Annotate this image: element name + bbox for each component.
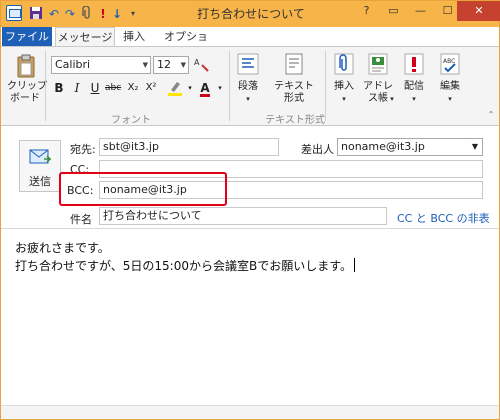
- clear-format-icon[interactable]: A: [194, 56, 210, 72]
- chevron-down-icon[interactable]: ▾: [182, 80, 198, 96]
- body-line-1: お疲れさまです。: [15, 241, 110, 255]
- minimize-button[interactable]: —: [407, 1, 434, 21]
- ribbon-separator: [229, 51, 230, 121]
- font-name-select[interactable]: Calibri ▼: [51, 56, 151, 74]
- subject-label: 件名: [70, 213, 92, 226]
- address-book-label-1[interactable]: アドレ: [361, 81, 395, 93]
- close-button[interactable]: ✕: [457, 1, 500, 21]
- insert-button[interactable]: 挿入: [329, 81, 359, 93]
- to-label: 宛先:: [70, 143, 96, 156]
- superscript-button[interactable]: X²: [143, 80, 159, 96]
- from-label: 差出人: [301, 143, 334, 156]
- clipboard-icon[interactable]: [15, 53, 37, 78]
- highlight-icon[interactable]: [167, 80, 183, 96]
- subject-field[interactable]: 打ち合わせについて: [99, 207, 387, 225]
- text-format-icon[interactable]: [283, 53, 305, 75]
- attach-file-icon[interactable]: [333, 53, 355, 75]
- text-format-label-1[interactable]: テキスト: [271, 81, 317, 93]
- bcc-highlight-box: [59, 172, 227, 206]
- font-size-value: 12: [157, 58, 171, 71]
- font-name-value: Calibri: [55, 58, 91, 71]
- tab-file[interactable]: ファイル: [2, 27, 52, 47]
- title-bar: ↶ ↷ ! ↓ ▾ 打ち合わせについて ? ▭ — ☐ ✕: [1, 1, 500, 27]
- from-value: noname@it3.jp: [341, 140, 425, 153]
- strikethrough-button[interactable]: abc: [105, 80, 121, 96]
- body-line-2-text: 打ち合わせですが、5日の15:00から会議室Bでお願いします。: [15, 259, 353, 273]
- ribbon-tab-bar: ファイル メッセージ 挿入 オプション: [1, 27, 499, 63]
- chevron-down-icon: ▾: [448, 95, 452, 103]
- compose-window: ↶ ↷ ! ↓ ▾ 打ち合わせについて ? ▭ — ☐ ✕ ファイル メッセージ…: [0, 0, 500, 420]
- message-body[interactable]: お疲れさまです。 打ち合わせですが、5日の15:00から会議室Bでお願いします。: [1, 229, 499, 405]
- bold-button[interactable]: B: [51, 80, 67, 96]
- status-bar: [1, 405, 499, 419]
- text-caret: [354, 258, 356, 272]
- chevron-down-icon[interactable]: ▾: [212, 80, 228, 96]
- text-format-group-label: テキスト形式: [265, 115, 325, 126]
- ribbon-separator: [45, 51, 46, 121]
- text-format-label-2[interactable]: 形式: [271, 93, 317, 105]
- chevron-down-icon: ▾: [342, 95, 346, 103]
- to-field[interactable]: sbt@it3.jp: [99, 138, 279, 156]
- font-color-icon[interactable]: A: [197, 80, 213, 97]
- chevron-down-icon: ▼: [180, 61, 186, 69]
- ribbon-display-icon[interactable]: ▭: [380, 1, 407, 21]
- font-group-label: フォント: [111, 115, 151, 126]
- address-book-icon[interactable]: [367, 53, 389, 75]
- help-icon[interactable]: ?: [353, 1, 380, 21]
- underline-button[interactable]: U: [87, 80, 103, 96]
- chevron-down-icon: ▾: [412, 95, 416, 103]
- clipboard-label-1: クリップ: [7, 81, 47, 92]
- delivery-button[interactable]: 配信: [399, 81, 429, 93]
- paragraph-button[interactable]: 段落: [231, 81, 265, 93]
- from-select[interactable]: noname@it3.jp ▼: [337, 138, 483, 156]
- send-button[interactable]: 送信: [19, 140, 61, 192]
- chevron-down-icon: ▾: [246, 95, 250, 103]
- delivery-priority-icon[interactable]: [403, 53, 425, 75]
- spell-check-icon[interactable]: ABC: [439, 53, 461, 75]
- ribbon-separator: [325, 51, 326, 121]
- body-line-2: 打ち合わせですが、5日の15:00から会議室Bでお願いします。: [15, 257, 356, 274]
- clipboard-label-2[interactable]: ボード: [5, 93, 45, 105]
- subscript-button[interactable]: X₂: [125, 80, 141, 96]
- ribbon: クリップ ボード Calibri ▼ 12 ▼ A B I U abc X₂ X…: [1, 46, 499, 126]
- paragraph-icon[interactable]: [237, 53, 259, 75]
- svg-text:A: A: [194, 58, 200, 67]
- chevron-down-icon: ▾: [390, 95, 394, 103]
- tab-message[interactable]: メッセージ: [55, 27, 115, 47]
- edit-button[interactable]: 編集: [433, 81, 467, 93]
- svg-text:ABC: ABC: [443, 58, 455, 65]
- tab-insert[interactable]: 挿入: [119, 27, 149, 47]
- collapse-ribbon-icon[interactable]: ⌃: [485, 109, 497, 121]
- font-size-select[interactable]: 12 ▼: [153, 56, 189, 74]
- chevron-down-icon: ▼: [142, 61, 148, 69]
- send-label: 送信: [29, 175, 51, 188]
- chevron-down-icon: ▼: [471, 142, 478, 151]
- italic-button[interactable]: I: [69, 80, 85, 96]
- send-envelope-icon: [29, 147, 52, 167]
- tab-options[interactable]: オプション: [161, 27, 211, 63]
